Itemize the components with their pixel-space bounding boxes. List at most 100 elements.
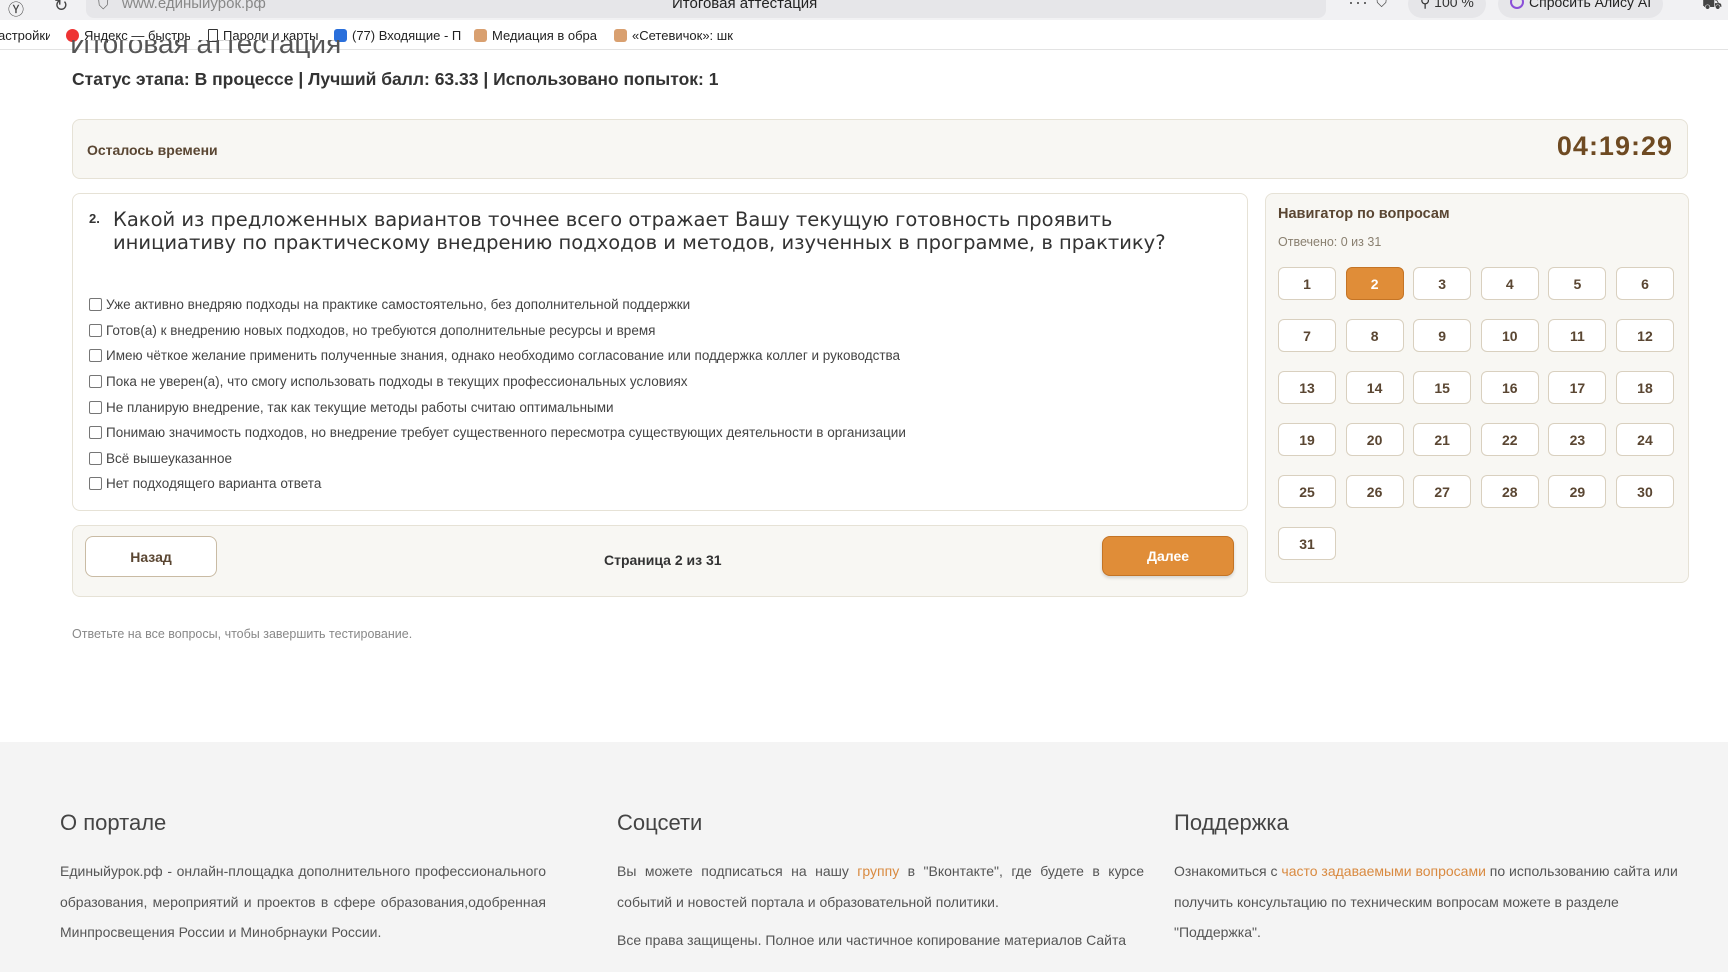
question-nav-button[interactable]: 1 [1278,267,1336,300]
faq-link[interactable]: часто задаваемыми вопросами [1281,863,1486,879]
pagination-panel: Назад Страница 2 из 31 Далее [72,525,1248,597]
footer-support-heading: Поддержка [1174,810,1289,835]
question-nav-button[interactable]: 18 [1615,371,1674,404]
bookmark-icon[interactable]: ⛉ [1376,0,1387,11]
checkbox[interactable] [89,451,102,465]
question-number: 2. [89,211,100,226]
answered-count: Отвечено: 0 из 31 [1278,235,1382,249]
option-label: Уже активно внедряю подходы на практике … [106,297,691,313]
option-label: Нет подходящего варианта ответа [106,476,322,492]
question-nav-button[interactable]: 13 [1278,371,1336,404]
question-nav-button[interactable]: 25 [1278,475,1336,508]
question-nav-button[interactable]: 20 [1345,423,1404,456]
ask-alice-button[interactable]: Спросить Алису AI [1498,0,1664,18]
answer-option[interactable]: Имею чёткое желание применить полученные… [89,343,906,369]
stage-status: Статус этапа: В процессе | Лучший балл: … [72,69,719,89]
answer-option[interactable]: Нет подходящего варианта ответа [89,471,906,497]
site-icon [474,29,487,42]
question-nav-button[interactable]: 27 [1413,475,1472,508]
yandex-logo-icon[interactable]: Ⓨ [8,0,24,20]
text: Ознакомиться с [1174,863,1282,879]
question-nav-button[interactable]: 3 [1413,267,1472,300]
option-label: Не планирую внедрение, так как текущие м… [106,399,614,415]
option-label: Готов(а) к внедрению новых подходов, но … [106,322,656,338]
cart-icon[interactable]: ⛟ [1702,0,1722,15]
answer-option[interactable]: Всё вышеуказанное [89,446,906,472]
timer-value: 04:19:29 [1556,131,1673,161]
footer-social-heading: Соцсети [617,810,703,835]
checkbox[interactable] [89,477,102,491]
page-indicator: Страница 2 из 31 [604,552,722,568]
bookmark-mediation[interactable]: Медиация в обра [474,28,600,43]
reload-icon[interactable]: ↻ [54,0,68,16]
question-nav-button[interactable]: 23 [1548,423,1607,456]
question-nav-button[interactable]: 10 [1480,319,1539,352]
back-button[interactable]: Назад [85,536,217,577]
bookmark-label: (77) Входящие - П [352,28,462,43]
question-nav-button[interactable]: 15 [1413,371,1472,404]
question-nav-button[interactable]: 29 [1548,475,1607,508]
zoom-button[interactable]: ⚲ 100 % [1408,0,1486,18]
navigator-title: Навигатор по вопросам [1278,206,1450,222]
answer-option[interactable]: Готов(а) к внедрению новых подходов, но … [89,318,906,344]
question-nav-button[interactable]: 22 [1480,423,1539,456]
timer-label: Осталось времени [87,142,218,158]
question-nav-button[interactable]: 9 [1413,319,1472,352]
footer-support-text: Ознакомиться с часто задаваемыми вопроса… [1174,856,1688,948]
browser-address-bar: Ⓨ ↻ ⛉ www.единыйурок.рф Итоговая аттеста… [0,0,1728,20]
question-nav-button[interactable]: 21 [1413,423,1472,456]
option-label: Понимаю значимость подходов, но внедрени… [106,425,906,441]
question-grid: 1 2 3 4 5 6 7 8 9 10 11 12 13 14 15 16 17 18 19 20 21 22 23 24 2… [1278,267,1674,560]
checkbox[interactable] [89,349,102,363]
question-nav-button[interactable]: 5 [1548,267,1607,300]
question-nav-button[interactable]: 17 [1548,371,1607,404]
url-text[interactable]: www.единыйурок.рф [122,0,266,12]
bookmark-setevichok[interactable]: «Сетевичок»: шк [614,28,740,43]
question-nav-button[interactable]: 19 [1278,423,1336,456]
question-card: 2. Какой из предложенных вариантов точне… [72,193,1248,511]
checkbox[interactable] [89,426,102,440]
bookmark-inbox[interactable]: (77) Входящие - П [334,28,462,43]
question-nav-button[interactable]: 12 [1615,319,1674,352]
vk-group-link[interactable]: группу [857,863,899,879]
bookmark-settings[interactable]: астройки [0,28,50,43]
question-nav-button[interactable]: 16 [1480,371,1539,404]
more-icon[interactable]: ··· [1348,0,1369,13]
option-label: Имею чёткое желание применить полученные… [106,348,901,364]
text: Вы можете подписаться на нашу [617,863,858,879]
checkbox[interactable] [89,375,102,389]
option-label: Пока не уверен(а), что смогу использоват… [106,374,688,390]
question-nav-button[interactable]: 2 [1345,267,1404,300]
question-nav-button[interactable]: 24 [1615,423,1674,456]
question-nav-button[interactable]: 6 [1615,267,1674,300]
zoom-value: 100 % [1434,0,1474,10]
answer-option[interactable]: Понимаю значимость подходов, но внедрени… [89,420,906,446]
question-nav-button[interactable]: 14 [1345,371,1404,404]
question-nav-button[interactable]: 11 [1548,319,1607,352]
checkbox[interactable] [89,400,102,414]
shield-icon[interactable]: ⛉ [98,0,109,13]
alice-icon [1510,0,1524,9]
question-text: Какой из предложенных вариантов точнее в… [113,208,1166,254]
checkbox[interactable] [89,323,102,337]
answer-option[interactable]: Не планирую внедрение, так как текущие м… [89,394,906,420]
question-nav-button[interactable]: 26 [1345,475,1404,508]
next-button[interactable]: Далее [1102,536,1234,576]
question-nav-button[interactable]: 4 [1480,267,1539,300]
answer-option[interactable]: Пока не уверен(а), что смогу использоват… [89,369,906,395]
bookmark-label: «Сетевичок»: шк [632,28,733,43]
timer-panel: Осталось времени 04:19:29 [72,119,1688,179]
question-nav-button[interactable]: 30 [1615,475,1674,508]
answer-option[interactable]: Уже активно внедряю подходы на практике … [89,292,906,318]
footer-about-heading: О портале [60,810,167,835]
option-label: Всё вышеуказанное [106,450,233,466]
question-nav-button[interactable]: 7 [1278,319,1336,352]
footer-about-text: Единыйурок.рф - онлайн-площадка дополнит… [60,863,546,940]
question-nav-button[interactable]: 28 [1480,475,1539,508]
completion-hint: Ответьте на все вопросы, чтобы завершить… [72,627,413,641]
question-navigator: Навигатор по вопросам Отвечено: 0 из 31 … [1265,193,1689,583]
checkbox[interactable] [89,298,102,312]
footer-rights: Все права защищены. Полное или частичное… [617,932,1127,948]
question-nav-button[interactable]: 8 [1345,319,1404,352]
question-nav-button[interactable]: 31 [1278,527,1336,560]
